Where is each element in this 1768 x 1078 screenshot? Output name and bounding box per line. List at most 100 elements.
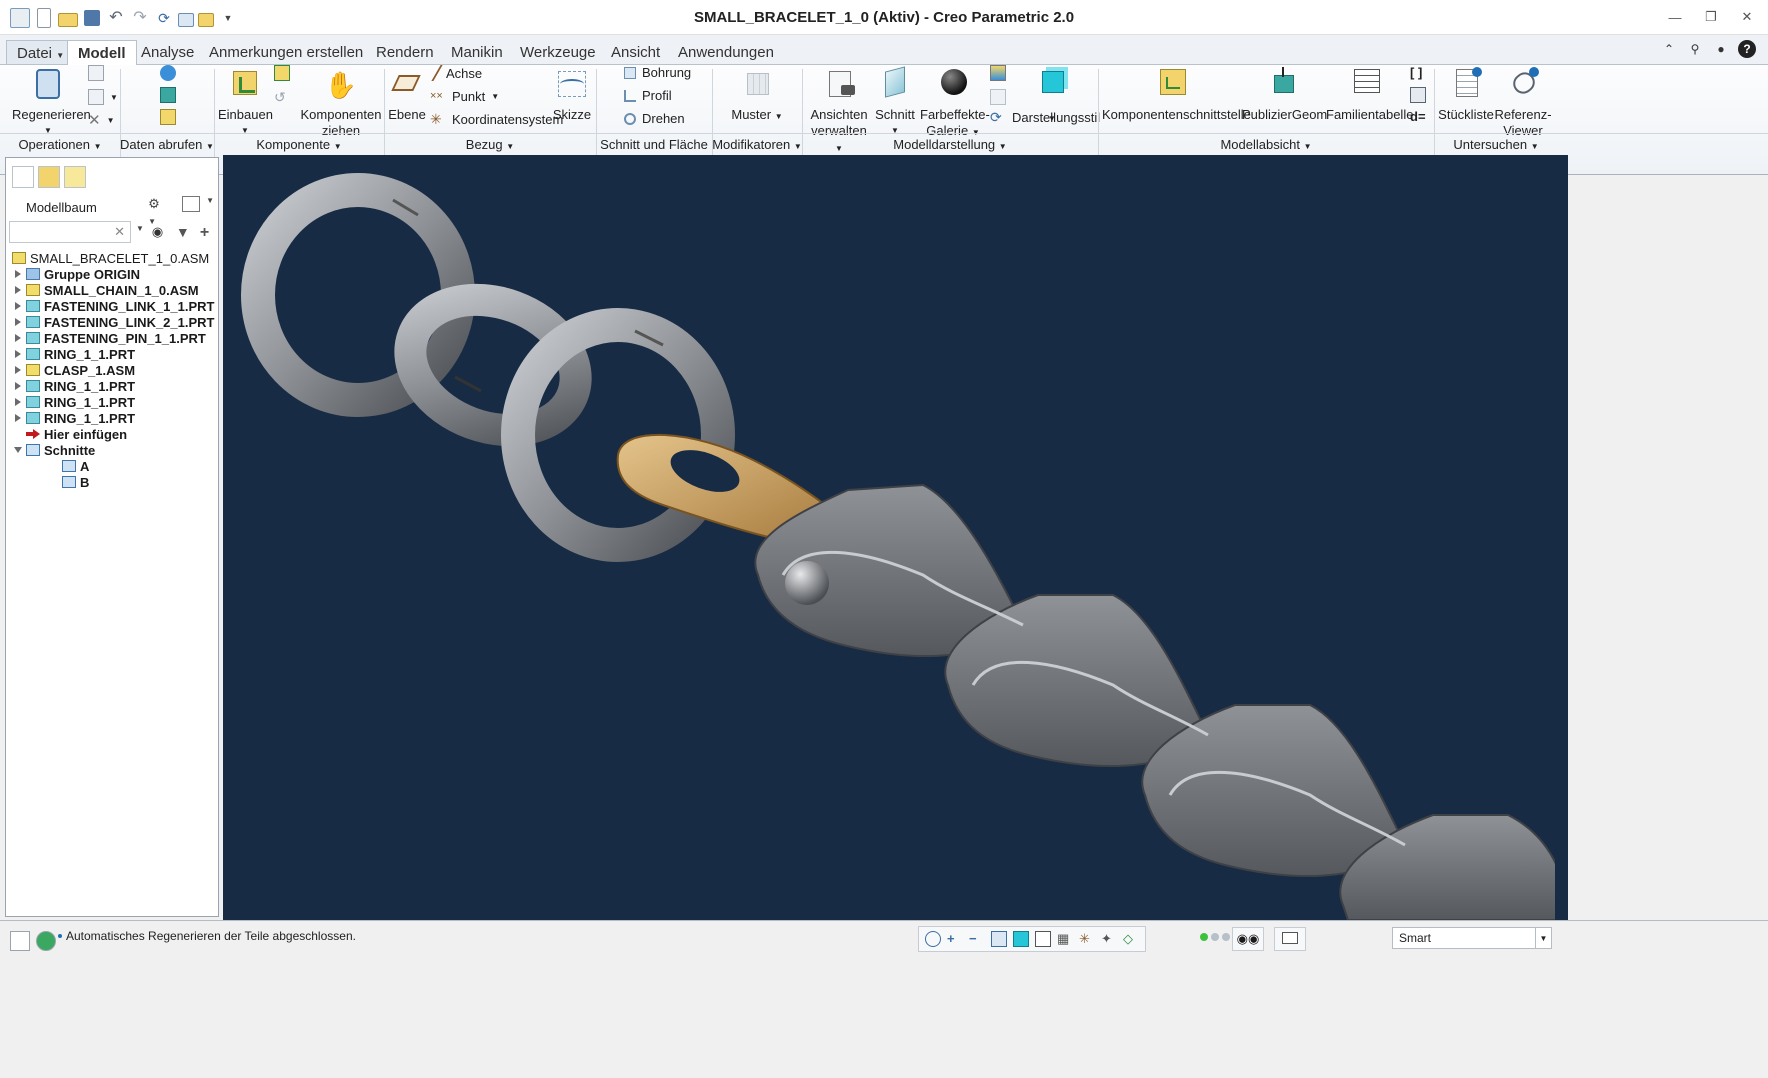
group-operationen[interactable]: Operationen ▼ xyxy=(0,137,120,152)
zoom-out-icon[interactable]: − xyxy=(969,931,985,947)
tree-item[interactable]: Hier einfügen xyxy=(12,426,218,442)
tree-item[interactable]: A xyxy=(12,458,218,474)
relations-icon[interactable]: [ ] xyxy=(1410,65,1422,80)
datum-display-icon[interactable]: ✳ xyxy=(1079,931,1095,947)
d-equals-icon[interactable]: d= xyxy=(1410,109,1426,124)
repaint-icon[interactable] xyxy=(991,931,1007,947)
parameters-icon[interactable] xyxy=(1410,87,1426,103)
merge-icon[interactable] xyxy=(160,109,176,125)
restore-button[interactable]: ❐ xyxy=(1700,8,1722,26)
add-icon[interactable]: + xyxy=(200,224,216,241)
expand-chevron-icon[interactable] xyxy=(14,349,22,359)
tree-item[interactable]: B xyxy=(12,474,218,490)
tree-item[interactable]: RING_1_1.PRT xyxy=(12,378,218,394)
copy-geom-icon[interactable] xyxy=(160,65,176,81)
plane-button[interactable]: Ebene xyxy=(386,67,428,123)
fastening-pin-ball[interactable] xyxy=(785,561,829,605)
tab-anmerkungen[interactable]: Anmerkungen erstellen xyxy=(199,40,373,65)
hole-button[interactable]: Bohrung xyxy=(624,65,691,80)
pattern-button[interactable]: Muster ▼ xyxy=(728,67,786,125)
section-button[interactable]: Schnitt ▼ xyxy=(872,66,918,139)
find-binoculars-icon[interactable]: ◉ xyxy=(152,224,168,240)
expand-chevron-icon[interactable] xyxy=(14,365,22,375)
zoom-in-icon[interactable]: + xyxy=(947,931,963,947)
group-komponente[interactable]: Komponente ▼ xyxy=(214,137,384,152)
expand-chevron-icon[interactable] xyxy=(14,397,22,407)
help-icon[interactable]: ? xyxy=(1738,40,1756,58)
search-history-dropdown[interactable]: ▼ xyxy=(136,224,144,240)
display-style-icon[interactable] xyxy=(1013,931,1029,947)
close-button[interactable]: ✕ xyxy=(1736,8,1758,26)
tab-modell[interactable]: Modell xyxy=(67,40,137,65)
group-modellabsicht[interactable]: Modellabsicht ▼ xyxy=(1098,137,1434,152)
tab-manikin[interactable]: Manikin xyxy=(441,40,513,65)
group-modelldarstellung[interactable]: Modelldarstellung ▼ xyxy=(802,137,1098,152)
delete-icon[interactable]: ✕ ▼ xyxy=(88,111,115,129)
family-table-button[interactable]: Familientabelle xyxy=(1326,67,1413,123)
group-bezug[interactable]: Bezug ▼ xyxy=(384,137,596,152)
browser-toggle-icon[interactable] xyxy=(36,931,56,951)
tree-item[interactable]: RING_1_1.PRT xyxy=(12,394,218,410)
reference-viewer-button[interactable]: Referenz- Viewer xyxy=(1494,67,1552,139)
bill-of-materials-button[interactable]: Stückliste xyxy=(1436,67,1496,123)
tree-toggle-icon[interactable] xyxy=(10,931,30,951)
component-interface-button[interactable]: Komponentenschnittstelle xyxy=(1102,67,1251,123)
tree-item[interactable]: FASTENING_PIN_1_1.PRT xyxy=(12,330,218,346)
clear-search-icon[interactable]: ✕ xyxy=(114,224,125,240)
expand-chevron-icon[interactable] xyxy=(14,317,22,327)
axis-button[interactable]: Achse xyxy=(430,65,482,81)
repeat-icon[interactable]: ↺ xyxy=(274,89,286,106)
group-daten-abrufen[interactable]: Daten abrufen ▼ xyxy=(120,137,214,152)
tab-anwendungen[interactable]: Anwendungen xyxy=(668,40,784,65)
tab-datei[interactable]: Datei ▼ xyxy=(6,40,76,65)
assemble-button[interactable]: Einbauen ▼ xyxy=(218,67,273,139)
minimize-button[interactable]: — xyxy=(1664,8,1686,26)
tree-item[interactable]: Schnitte xyxy=(12,442,218,458)
tab-ansicht[interactable]: Ansicht xyxy=(601,40,670,65)
annotation-display-icon[interactable]: ◇ xyxy=(1123,931,1139,947)
selection-filter-button[interactable] xyxy=(1274,927,1306,951)
saved-views-icon[interactable] xyxy=(1035,931,1051,947)
sketch-button[interactable]: Skizze xyxy=(552,67,592,123)
clasp-plates[interactable] xyxy=(754,483,1568,920)
tree-item[interactable]: FASTENING_LINK_2_1.PRT xyxy=(12,314,218,330)
create-component-icon[interactable] xyxy=(274,65,290,81)
revolve-button[interactable]: Drehen xyxy=(624,111,685,126)
tree-item[interactable]: FASTENING_LINK_1_1.PRT xyxy=(12,298,218,314)
copy-icon[interactable] xyxy=(88,65,104,81)
bracelet-3d-model[interactable] xyxy=(223,155,1568,920)
group-untersuchen[interactable]: Untersuchen ▼ xyxy=(1434,137,1558,152)
tree-settings-icon[interactable]: ⚙ ▼ xyxy=(148,196,166,226)
point-button[interactable]: ×× Punkt ▼ xyxy=(430,88,499,104)
expand-chevron-icon[interactable] xyxy=(14,413,22,423)
search-icon[interactable]: ⚲ xyxy=(1686,40,1704,58)
folder-browser-tab-icon[interactable] xyxy=(38,166,60,188)
drag-components-button[interactable]: ✋ Komponenten ziehen xyxy=(300,67,382,139)
graphics-viewport[interactable] xyxy=(223,155,1568,920)
paste-icon[interactable]: ▼ xyxy=(88,89,118,105)
tree-item[interactable]: RING_1_1.PRT xyxy=(12,410,218,426)
favorites-tab-icon[interactable] xyxy=(64,166,86,188)
section-views-icon[interactable]: ▦ xyxy=(1057,931,1073,947)
tab-analyse[interactable]: Analyse xyxy=(131,40,204,65)
profile-button[interactable]: Profil xyxy=(624,88,672,103)
expand-chevron-icon[interactable] xyxy=(14,381,22,391)
ring-2[interactable] xyxy=(392,278,594,453)
coordinate-system-button[interactable]: ✳ Koordinatensystem xyxy=(430,111,563,127)
tree-item[interactable]: RING_1_1.PRT xyxy=(12,346,218,362)
tab-rendern[interactable]: Rendern xyxy=(366,40,444,65)
tree-item[interactable]: SMALL_CHAIN_1_0.ASM xyxy=(12,282,218,298)
find-button[interactable]: ◉◉ xyxy=(1232,927,1264,951)
expand-chevron-icon[interactable] xyxy=(14,301,22,311)
expand-chevron-icon[interactable] xyxy=(14,285,22,295)
publish-geom-button[interactable]: PublizierGeom xyxy=(1242,67,1327,123)
community-icon[interactable]: ● xyxy=(1712,40,1730,58)
refit-icon[interactable] xyxy=(925,931,941,947)
group-modifikatoren[interactable]: Modifikatoren ▼ xyxy=(712,137,802,152)
tree-show-icon[interactable] xyxy=(182,196,201,212)
display-style-cube-button[interactable]: ▼ xyxy=(1030,67,1074,127)
display-list-icon[interactable] xyxy=(990,89,1006,105)
chevron-down-icon[interactable]: ▼ xyxy=(1535,928,1551,948)
filter-icon[interactable]: ▼ xyxy=(176,224,192,240)
spin-center-icon[interactable]: ✦ xyxy=(1101,931,1117,947)
